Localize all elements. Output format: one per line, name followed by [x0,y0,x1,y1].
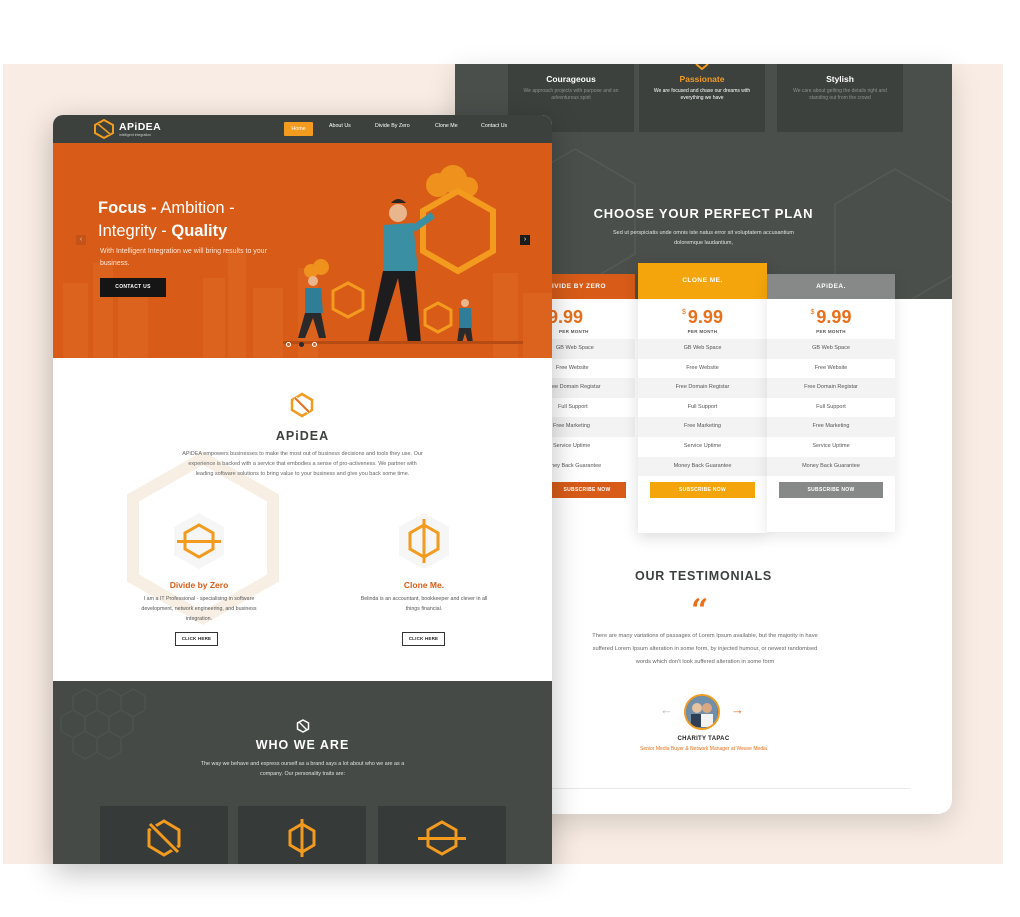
passionate-icon [288,819,316,857]
hero-title-bold-1: Focus - [98,199,157,217]
feature-list: GB Web Space Free Website Free Domain Re… [767,339,895,477]
slide-dot[interactable] [312,342,317,347]
nav-clone-me[interactable]: Clone Me [435,123,458,129]
trait-desc: We approach projects with purpose and an… [523,88,619,101]
trait-name: Passionate [679,74,725,84]
divide-by-zero-icon [174,513,224,569]
prev-slide-icon[interactable]: ‹ [76,235,86,245]
trait-card-passionate: Passionate We are focused and chase our … [639,64,765,132]
feature-item: Free Website [814,364,848,371]
slide-dot[interactable] [286,342,291,347]
feature-item: GB Web Space [767,339,895,359]
about-section: APiDEA APiDEA empowers businesses to mak… [53,358,552,681]
plan-column-clone-me: CLONE ME. $9.99 PER MONTH GB Web Space F… [638,263,767,533]
front-page: APiDEA intelligent integration Home Abou… [53,115,552,864]
hero-title-light-2: Integrity - [98,222,172,240]
nav-contact-us[interactable]: Contact Us [481,123,507,129]
logo-text[interactable]: APiDEA [119,121,161,133]
subscribe-button[interactable]: SUBSCRIBE NOW [650,482,755,499]
price-period: PER MONTH [687,329,718,334]
nav-home[interactable]: Home [284,122,313,136]
price-currency: $ [682,309,686,316]
mockup-stage: Courageous We approach projects with pur… [0,0,1020,917]
logo-hexagon-icon[interactable] [93,119,115,139]
trait-card-stylish [378,806,506,864]
plan-price: $9.99 PER MONTH [638,299,767,339]
trait-card-stylish: Stylish We care about getting the detail… [777,64,903,132]
plan-name-text: IVIDE BY ZERO [552,283,607,290]
trait-card-passionate [238,806,366,864]
clone-me-click-here-button[interactable]: CLICK HERE [402,632,445,646]
trait-desc: We are focused and chase our dreams with… [653,88,751,101]
plan-name: CLONE ME. [638,263,767,299]
feature-item: Free Marketing [638,417,767,437]
nav-divide-by-zero[interactable]: Divide By Zero [375,123,410,129]
slide-dot-active[interactable] [299,342,304,347]
feature-item: Free Domain Registar [767,378,895,398]
contact-us-button[interactable]: CONTACT US [100,278,166,297]
stylish-icon [418,820,466,856]
price-value: 9.99 [687,307,723,327]
feature-item: Free Marketing [767,417,895,437]
feature-item: Service Uptime [812,442,850,449]
top-navbar: APiDEA intelligent integration Home Abou… [53,115,552,143]
about-title: APiDEA [275,429,330,443]
quote-icon: “ [691,593,709,628]
clone-me-icon [399,513,449,569]
price-period: PER MONTH [816,329,846,334]
pricing-subtitle: Sed ut perspiciatis unde omnis iste natu… [613,230,794,246]
plan-name: APiDEA. [767,274,895,299]
feature-item: Free Website [686,364,719,371]
feature-item: Money Back Guarantee [638,456,767,477]
courageous-icon [147,819,181,857]
testimonial-text: There are many variations of passages of… [592,633,818,665]
trait-name: Courageous [546,74,596,84]
feature-item: Service Uptime [683,442,722,449]
nav-about-us[interactable]: About Us [329,123,351,129]
subscribe-button[interactable]: SUBSCRIBE NOW [779,482,883,499]
trait-card-courageous [100,806,228,864]
prev-arrow-icon[interactable]: ← [660,702,673,717]
service-name-clone-me: Clone Me. [403,580,445,590]
trait-desc: We care about getting the details right … [793,88,887,101]
plan-price: $9.99 PER MONTH [767,299,895,339]
service-desc-divide-by-zero: I am a IT Professional - specialising in… [141,596,257,622]
hero-title-light-1: Ambition - [156,199,235,217]
service-name-divide-by-zero: Divide by Zero [169,580,229,590]
plan-column-apidea: APiDEA. $9.99 PER MONTH GB Web Space Fre… [767,274,895,532]
person-icon [686,696,717,727]
about-text: APiDEA empowers businesses to make the m… [182,451,423,477]
price-currency: $ [810,309,815,316]
hero-slider: Focus - Ambition - Integrity - Quality W… [53,143,552,358]
trait-name: Stylish [826,74,854,84]
next-arrow-icon[interactable]: → [731,702,744,717]
feature-item: Full Support [687,403,718,410]
divide-by-zero-click-here-button[interactable]: CLICK HERE [175,632,218,646]
hero-text: With Intelligent Integration we will bri… [100,248,267,267]
feature-list: GB Web Space Free Website Free Domain Re… [638,339,767,477]
avatar [684,694,720,730]
price-value: 9.99 [816,307,852,327]
hero-title: Focus - Ambition - Integrity - Quality [98,197,298,243]
who-hexagon-icon [296,719,310,733]
price-period: PER MONTH [559,329,589,334]
feature-item: Free Domain Registar [638,378,767,398]
subscribe-button[interactable]: SUBSCRIBE NOW [548,482,626,499]
who-we-are-title: WHO WE ARE [255,738,350,752]
who-we-are-text: The way we behave and express ourself as… [200,761,405,777]
logo-tagline: intelligent integration [119,133,152,137]
feature-item: Full Support [816,403,846,410]
hero-title-bold-2: Quality [171,222,228,240]
apidea-hexagon-icon [290,392,314,418]
price-value: 9.99 [548,307,584,327]
hexagon-icon [695,64,709,70]
feature-item: GB Web Space [638,339,767,359]
next-slide-icon[interactable]: › [520,235,530,245]
feature-item: Money Back Guarantee [767,456,895,477]
service-desc-clone-me: Belinda is an accountant, bookkeeper and… [360,596,488,612]
divider [540,788,910,789]
who-we-are-section: WHO WE ARE The way we behave and express… [53,681,552,864]
